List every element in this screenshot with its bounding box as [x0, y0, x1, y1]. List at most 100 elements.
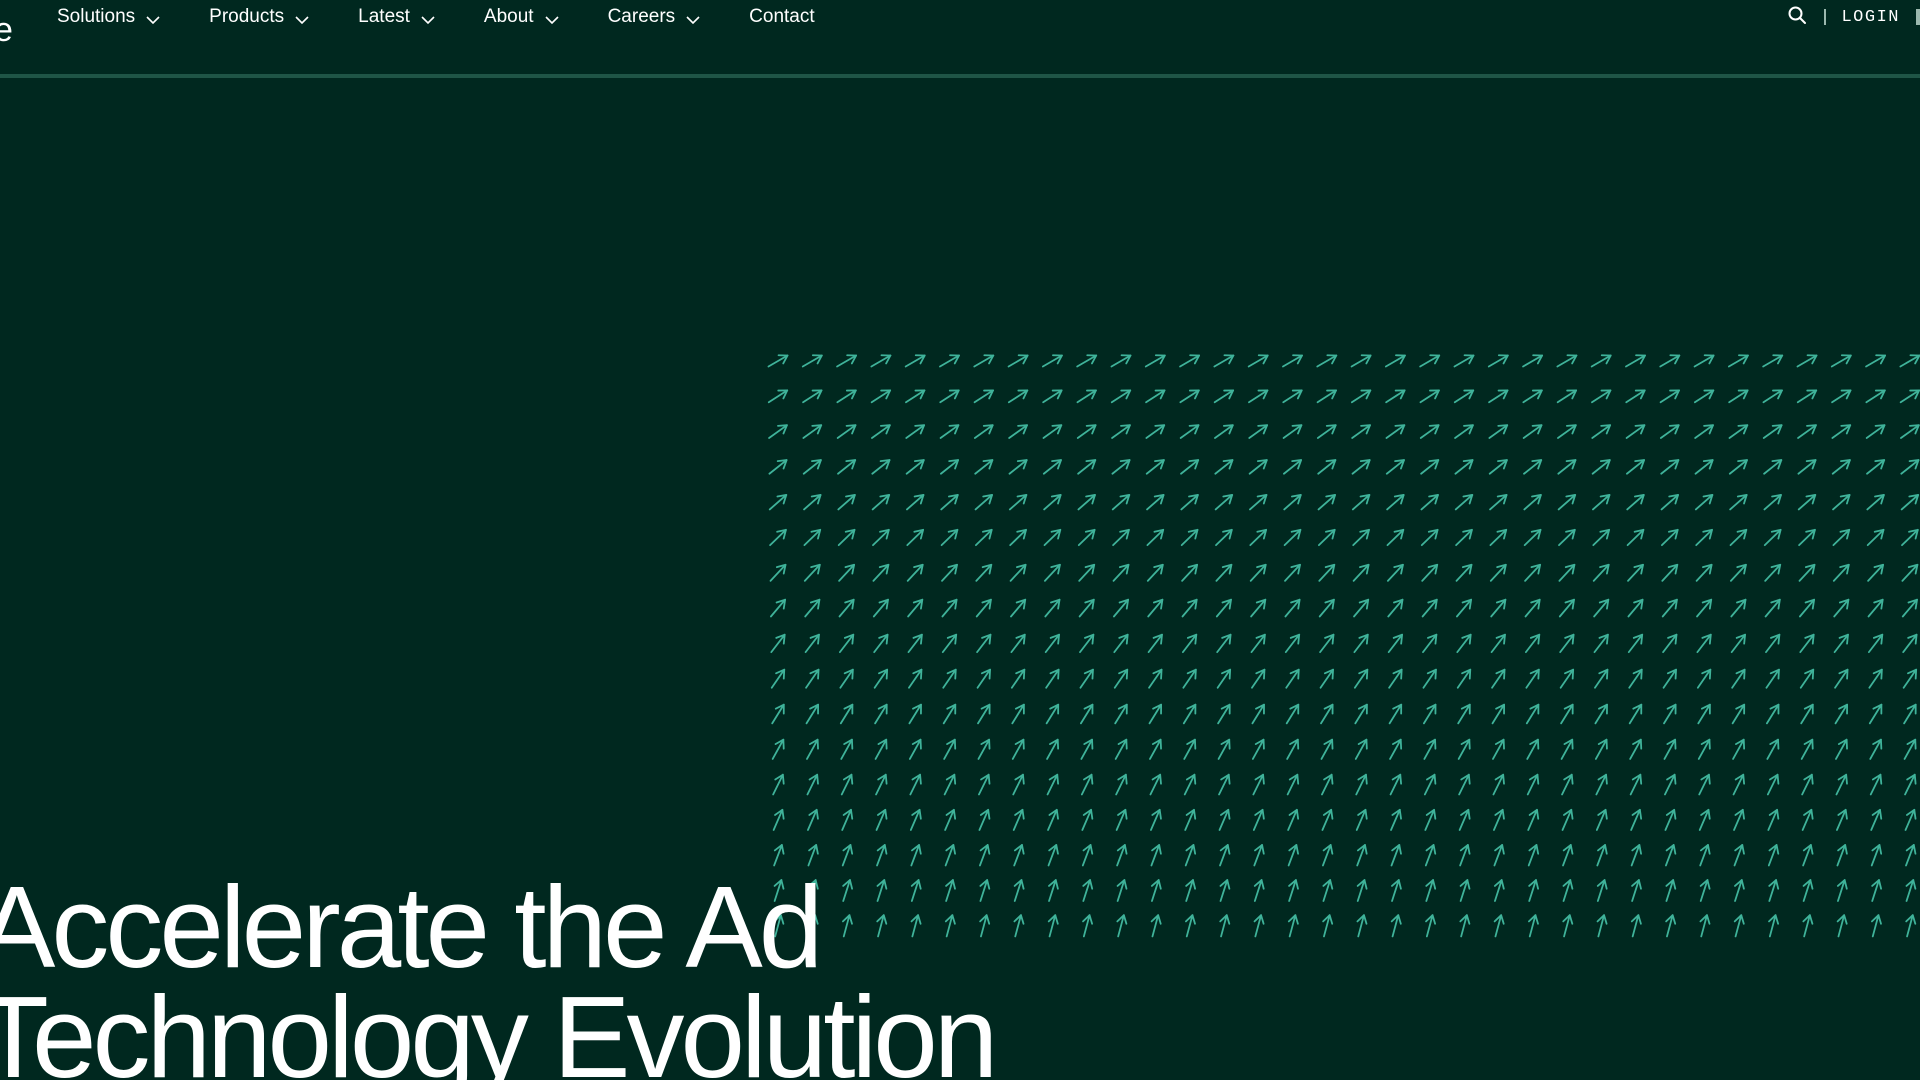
arrow-up-right-icon [1768, 914, 1780, 938]
arrow-up-right-icon [1353, 633, 1369, 654]
arrow-up-right-icon [1593, 633, 1609, 654]
nav-label-latest: Latest [358, 6, 410, 27]
arrow-up-right-icon [1013, 914, 1025, 938]
arrow-up-right-icon [906, 494, 925, 511]
chevron-down-icon [145, 15, 161, 25]
arrow-up-right-icon [805, 668, 820, 689]
arrow-up-right-icon [1595, 808, 1608, 831]
nav-item-contact[interactable]: Contact [749, 6, 814, 28]
arrow-up-right-icon [1282, 354, 1303, 368]
nav-item-products[interactable]: Products [209, 6, 310, 28]
arrow-up-right-icon [1868, 633, 1884, 654]
arrow-up-right-icon [905, 459, 925, 475]
arrow-up-right-icon [1355, 808, 1368, 831]
arrow-up-right-icon [1660, 494, 1679, 511]
arrow-up-right-icon [1319, 668, 1334, 689]
arrow-up-right-icon [1115, 773, 1128, 796]
arrow-up-right-icon [1116, 914, 1128, 938]
arrow-up-right-icon [1184, 808, 1197, 831]
arrow-up-right-icon [941, 633, 958, 654]
arrow-up-right-icon [1282, 459, 1303, 475]
arrow-up-right-icon [873, 633, 889, 654]
arrow-up-right-icon [1459, 844, 1471, 867]
arrow-up-right-icon [1114, 703, 1128, 725]
arrow-up-right-icon [1766, 738, 1780, 760]
arrow-up-right-icon [1629, 738, 1643, 760]
nav-item-about[interactable]: About [484, 6, 560, 28]
arrow-up-right-icon [1454, 459, 1474, 475]
arrow-up-right-icon [1213, 389, 1235, 404]
arrow-up-right-icon [974, 528, 993, 547]
arrow-up-right-icon [1317, 459, 1337, 475]
arrow-up-right-icon [1762, 389, 1783, 404]
arrow-up-right-icon [1421, 598, 1438, 618]
arrow-up-right-icon [841, 844, 854, 867]
arrow-up-right-icon [1590, 354, 1612, 368]
arrow-up-right-icon [1594, 703, 1608, 725]
logo[interactable]: e [0, 10, 13, 50]
arrow-up-right-icon [1146, 494, 1165, 511]
arrow-up-right-icon [1525, 633, 1541, 654]
arrow-up-right-icon [1386, 563, 1404, 582]
arrow-up-right-icon [1626, 528, 1645, 547]
arrow-up-right-icon [1458, 773, 1471, 796]
arrow-up-right-icon [1111, 424, 1131, 439]
nav-item-latest[interactable]: Latest [358, 6, 436, 28]
arrow-up-right-icon [1457, 703, 1471, 725]
arrow-up-right-icon [1729, 563, 1747, 582]
arrow-up-right-icon [1282, 424, 1303, 439]
arrow-up-right-icon [1215, 528, 1233, 547]
arrow-up-right-icon [1423, 738, 1437, 760]
header-divider [1916, 9, 1920, 25]
arrow-up-right-icon [1732, 738, 1746, 760]
arrow-up-right-icon [1286, 773, 1300, 796]
arrow-up-right-icon [1145, 459, 1165, 475]
arrow-up-right-icon [1595, 773, 1608, 796]
arrow-up-right-icon [1527, 808, 1540, 831]
arrow-up-right-icon [1798, 528, 1816, 547]
arrow-up-right-icon [1284, 598, 1301, 618]
arrow-up-right-icon [1630, 808, 1643, 831]
arrow-up-right-icon [1453, 354, 1475, 368]
arrow-up-right-icon [1901, 563, 1919, 582]
arrow-up-right-icon [1420, 528, 1439, 547]
arrow-up-right-icon [1252, 773, 1265, 796]
arrow-up-right-icon [1557, 494, 1577, 511]
arrow-up-right-icon [1046, 738, 1060, 760]
login-link[interactable]: LOGIN [1841, 8, 1900, 27]
arrow-up-right-icon [1522, 354, 1544, 368]
arrow-up-right-icon [1557, 459, 1577, 475]
arrow-up-right-icon [1900, 494, 1920, 511]
arrow-up-right-icon [1767, 808, 1780, 831]
arrow-up-right-icon [1213, 354, 1235, 368]
arrow-up-right-icon [1904, 773, 1917, 796]
arrow-up-right-icon [1458, 808, 1471, 831]
nav-item-solutions[interactable]: Solutions [57, 6, 161, 28]
arrow-up-right-icon [1422, 633, 1438, 654]
arrow-up-right-icon [1663, 703, 1677, 725]
arrow-up-right-icon [1112, 528, 1130, 547]
arrow-up-right-icon [1183, 773, 1197, 796]
arrow-up-right-icon [1836, 914, 1848, 938]
arrow-up-right-icon [1214, 494, 1234, 511]
chevron-down-icon [685, 15, 701, 25]
arrow-up-right-icon [1596, 844, 1608, 867]
arrow-up-right-icon [1836, 879, 1848, 902]
arrow-up-right-icon [1523, 459, 1543, 475]
nav-item-careers[interactable]: Careers [608, 6, 702, 28]
arrow-up-right-icon [1459, 914, 1471, 938]
search-button[interactable] [1786, 6, 1808, 28]
arrow-up-right-icon [1765, 703, 1780, 725]
arrow-up-right-icon [1179, 389, 1200, 404]
arrow-up-right-icon [905, 389, 926, 404]
arrow-up-right-icon [1488, 389, 1509, 404]
arrow-up-right-icon [1182, 633, 1198, 654]
arrow-up-right-icon [1146, 528, 1165, 547]
arrow-up-right-icon [1219, 844, 1231, 867]
arrow-up-right-icon [1592, 563, 1610, 582]
arrow-up-right-icon [975, 563, 993, 582]
arrow-up-right-icon [976, 668, 991, 689]
arrow-up-right-icon [1252, 808, 1265, 831]
arrow-up-right-icon [1182, 703, 1197, 725]
arrow-up-right-icon [1113, 633, 1129, 654]
